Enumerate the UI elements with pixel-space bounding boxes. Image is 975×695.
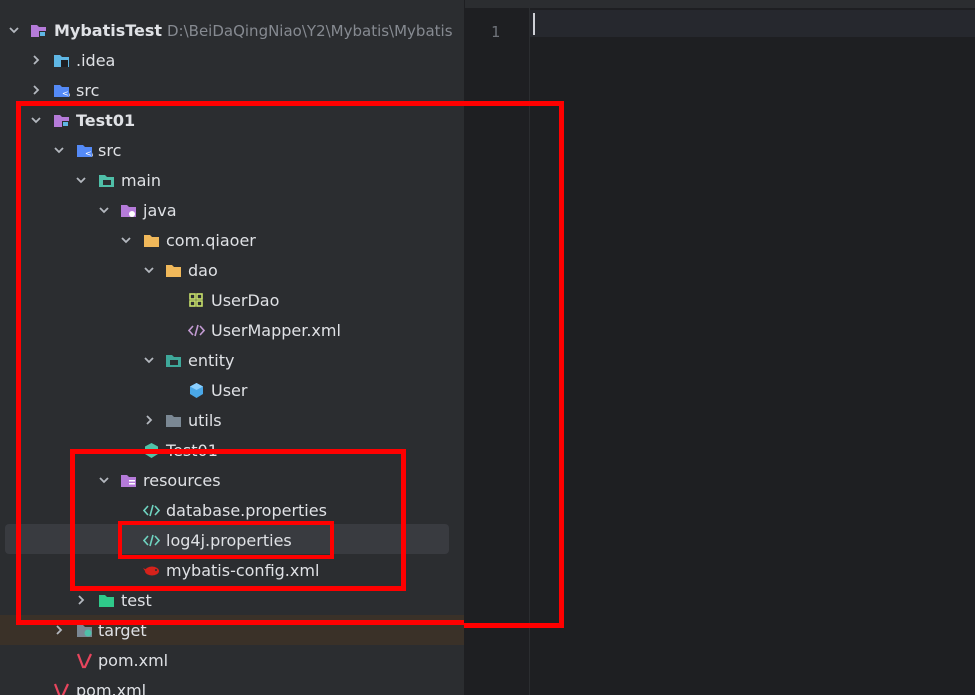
maven-icon (76, 653, 92, 669)
module-folder-icon (31, 25, 46, 37)
tree-row-target[interactable]: target (0, 615, 464, 645)
tree-label-pom-outer: pom.xml (76, 681, 147, 695)
tree-row-userdao[interactable]: UserDao (0, 285, 464, 315)
tree-row-pom-inner[interactable]: pom.xml (0, 645, 464, 675)
source-folder-icon: </> (54, 85, 70, 98)
tree-label-entity: entity (188, 351, 235, 370)
chevron-down-icon[interactable] (98, 474, 110, 486)
tree-row-package[interactable]: com.qiaoer (0, 225, 464, 255)
class-icon (145, 443, 158, 458)
xml-file-icon (188, 324, 205, 337)
chevron-right-icon[interactable] (75, 594, 87, 606)
tree-row-test01[interactable]: Test01 (0, 105, 464, 135)
chevron-down-icon[interactable] (53, 144, 65, 156)
tree-label-package: com.qiaoer (166, 231, 256, 250)
tree-row-java[interactable]: java (0, 195, 464, 225)
tree-label-test01-class: Test01 (166, 441, 218, 460)
tree-label-utils: utils (188, 411, 222, 430)
maven-icon (53, 683, 69, 695)
excluded-folder-icon (77, 625, 92, 637)
editor-pane[interactable]: 1 (464, 0, 975, 695)
svg-text:</>: </> (85, 149, 93, 158)
package-folder-icon (166, 265, 181, 277)
project-tree: MybatisTest D:\BeiDaQingNiao\Y2\Mybatis\… (0, 0, 464, 695)
tree-row-src[interactable]: </> src (0, 135, 464, 165)
properties-file-icon (143, 504, 160, 517)
java-source-folder-icon (121, 205, 136, 217)
editor-tab-strip (465, 0, 975, 8)
tree-label-project-root: MybatisTest (54, 21, 163, 40)
tree-row-mybatis-config[interactable]: mybatis-config.xml (0, 555, 464, 585)
tree-row-resources[interactable]: resources (0, 465, 464, 495)
folder-icon (99, 175, 114, 187)
tree-label-resources: resources (143, 471, 221, 490)
source-folder-icon: </> (77, 145, 93, 158)
tree-label-src: src (98, 141, 122, 160)
chevron-down-icon[interactable] (120, 234, 132, 246)
chevron-right-icon[interactable] (30, 84, 42, 96)
tree-row-test[interactable]: test (0, 585, 464, 615)
tree-label-java: java (143, 201, 177, 220)
chevron-down-icon[interactable] (8, 24, 20, 36)
tree-row-test01-class[interactable]: Test01 (0, 435, 464, 465)
tree-label-test: test (121, 591, 152, 610)
tree-label-idea: .idea (76, 51, 116, 70)
tree-row-log4j-properties[interactable]: log4j.properties (0, 525, 464, 555)
tree-label-main: main (121, 171, 161, 190)
project-path: D:\BeiDaQingNiao\Y2\Mybatis\Mybatis (167, 22, 453, 40)
line-number: 1 (491, 23, 501, 41)
tree-row-project-root[interactable]: MybatisTest D:\BeiDaQingNiao\Y2\Mybatis\… (0, 15, 464, 45)
tree-row-entity[interactable]: entity (0, 345, 464, 375)
tree-row-idea[interactable]: .idea (0, 45, 464, 75)
tree-label-database-properties: database.properties (166, 501, 327, 520)
tree-label-dao: dao (188, 261, 218, 280)
entity-folder-icon (166, 355, 181, 367)
properties-file-icon (143, 534, 160, 547)
chevron-right-icon[interactable] (143, 414, 155, 426)
tree-row-pom-outer[interactable]: pom.xml (0, 675, 464, 695)
chevron-down-icon[interactable] (75, 174, 87, 186)
chevron-down-icon[interactable] (98, 204, 110, 216)
chevron-down-icon[interactable] (30, 114, 42, 126)
line-gutter: 1 (465, 8, 530, 695)
tree-label-log4j-properties: log4j.properties (166, 531, 292, 550)
chevron-down-icon[interactable] (143, 264, 155, 276)
tree-row-user[interactable]: User (0, 375, 464, 405)
idea-folder-icon (54, 55, 69, 67)
tree-label-src-top: src (76, 81, 100, 100)
tree-row-database-properties[interactable]: database.properties (0, 495, 464, 525)
package-folder-icon (144, 235, 159, 247)
module-folder-icon (54, 115, 69, 127)
current-line-highlight (530, 10, 975, 37)
tree-row-dao[interactable]: dao (0, 255, 464, 285)
mybatis-bird-icon (143, 566, 159, 576)
chevron-right-icon[interactable] (53, 624, 65, 636)
tree-row-usermapper[interactable]: UserMapper.xml (0, 315, 464, 345)
tree-label-pom-inner: pom.xml (98, 651, 169, 670)
tree-label-user: User (211, 381, 248, 400)
tree-label-usermapper: UserMapper.xml (211, 321, 341, 340)
resources-folder-icon (121, 475, 136, 487)
tree-label-mybatis-config: mybatis-config.xml (166, 561, 320, 580)
tree-row-main[interactable]: main (0, 165, 464, 195)
tree-label-userdao: UserDao (211, 291, 280, 310)
text-caret (533, 13, 535, 35)
test-folder-icon (99, 595, 114, 607)
tree-row-utils[interactable]: utils (0, 405, 464, 435)
tree-label-target: target (98, 621, 147, 640)
tree-row-src-top[interactable]: </> src (0, 75, 464, 105)
chevron-right-icon[interactable] (30, 54, 42, 66)
folder-icon (166, 415, 181, 427)
class-cube-icon (190, 383, 203, 398)
svg-text:</>: </> (62, 89, 70, 98)
interface-icon (189, 293, 203, 307)
chevron-down-icon[interactable] (143, 354, 155, 366)
tree-label-test01: Test01 (76, 111, 136, 130)
